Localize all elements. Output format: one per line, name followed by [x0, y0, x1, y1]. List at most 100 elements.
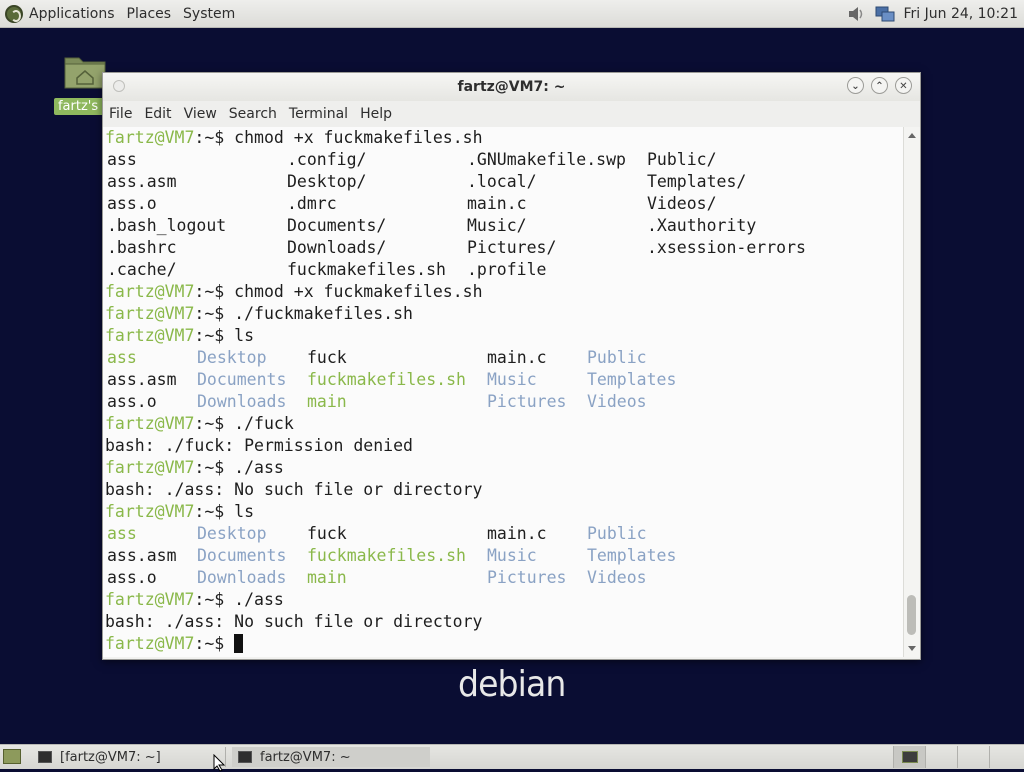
terminal-line: ass Desktop fuck main.c Public — [105, 347, 903, 369]
mouse-pointer-icon — [213, 754, 226, 772]
taskbar-item-terminal-2[interactable]: fartz@VM7: ~ — [232, 747, 430, 767]
menu-help[interactable]: Help — [354, 106, 398, 122]
prompt-user: fartz@VM7 — [105, 414, 195, 433]
workspace-window-thumb — [902, 751, 918, 763]
workspace-2[interactable] — [925, 746, 957, 768]
terminal-line: fartz@VM7:~$ chmod +x fuckmakefiles.sh — [105, 127, 903, 149]
listing-entry: Public — [587, 524, 647, 543]
listing-entry: main.c — [487, 524, 547, 543]
listing-entry: .local/ — [467, 172, 537, 191]
menu-search[interactable]: Search — [223, 106, 283, 122]
listing-entry: .bashrc — [107, 238, 177, 257]
debian-wallpaper-logo: debian — [458, 664, 566, 705]
terminal-line: ass.o Downloads main Pictures Videos — [105, 567, 903, 589]
close-button[interactable]: ✕ — [895, 77, 912, 94]
command-text: chmod +x fuckmakefiles.sh — [234, 128, 483, 147]
terminal-cursor — [234, 634, 244, 653]
scrollbar-thumb[interactable] — [907, 595, 916, 635]
terminal-line: ass.o .dmrc main.c Videos/ — [105, 193, 903, 215]
listing-entry: .xsession-errors — [647, 238, 806, 257]
prompt-suffix: :~$ — [194, 634, 235, 653]
listing-entry: ass.asm — [107, 546, 177, 565]
prompt-user: fartz@VM7 — [105, 458, 195, 477]
listing-entry: Documents/ — [287, 216, 387, 235]
terminal-scrollbar[interactable] — [903, 127, 920, 657]
output-text: bash: ./ass: No such file or directory — [105, 480, 483, 499]
listing-entry: Downloads — [197, 392, 287, 411]
terminal-line: ass.asm Desktop/ .local/Templates/ — [105, 171, 903, 193]
listing-entry: Templates — [587, 370, 677, 389]
listing-entry: Music/ — [467, 216, 527, 235]
terminal-line: ass .config/ .GNUmakefile.swp Public/ — [105, 149, 903, 171]
listing-entry: .Xauthority — [647, 216, 757, 235]
listing-entry: fuck — [307, 524, 347, 543]
workspace-3[interactable] — [957, 746, 989, 768]
terminal-line: fartz@VM7:~$ ./ass — [105, 457, 903, 479]
prompt-user: fartz@VM7 — [105, 502, 195, 521]
terminal-line: fartz@VM7:~$ ./ass — [105, 589, 903, 611]
taskbar-item-label: [fartz@VM7: ~] — [60, 749, 161, 765]
prompt-user: fartz@VM7 — [105, 634, 195, 653]
command-text: ./ass — [234, 458, 284, 477]
terminal-line: fartz@VM7:~$ chmod +x fuckmakefiles.sh — [105, 281, 903, 303]
command-text: ls — [234, 502, 255, 521]
listing-entry: Public — [587, 348, 647, 367]
listing-entry: Public/ — [647, 150, 717, 169]
prompt-suffix: :~$ — [194, 414, 235, 433]
terminal-window[interactable]: fartz@VM7: ~ ⌄ ⌃ ✕ File Edit View Search… — [102, 72, 921, 660]
prompt-suffix: :~$ — [194, 326, 235, 345]
volume-icon[interactable] — [847, 5, 867, 23]
menu-system[interactable]: System — [183, 6, 235, 22]
listing-entry: .dmrc — [287, 194, 337, 213]
clock[interactable]: Fri Jun 24, 10:21 — [903, 6, 1018, 22]
window-menu-icon[interactable] — [113, 80, 125, 92]
system-tray: Fri Jun 24, 10:21 — [847, 5, 1024, 23]
maximize-button[interactable]: ⌃ — [871, 77, 888, 94]
menu-applications[interactable]: Applications — [29, 6, 115, 22]
listing-entry: fuckmakefiles.sh — [307, 370, 466, 389]
menu-edit[interactable]: Edit — [138, 106, 177, 122]
terminal-line: .bashrc Downloads/Pictures/ .xsession-erro… — [105, 237, 903, 259]
debian-menu-icon[interactable] — [5, 4, 23, 23]
listing-entry: Templates — [587, 546, 677, 565]
listing-entry: ass.o — [107, 392, 157, 411]
prompt-suffix: :~$ — [194, 502, 235, 521]
menu-file[interactable]: File — [103, 106, 138, 122]
terminal-titlebar[interactable]: fartz@VM7: ~ ⌄ ⌃ ✕ — [103, 73, 920, 101]
prompt-user: fartz@VM7 — [105, 326, 195, 345]
terminal-output[interactable]: fartz@VM7:~$ chmod +x fuckmakefiles.sh as… — [103, 127, 903, 657]
menu-places[interactable]: Places — [127, 6, 172, 22]
terminal-line: fartz@VM7:~$ ./fuck — [105, 413, 903, 435]
menu-terminal[interactable]: Terminal — [283, 106, 354, 122]
listing-entry: .cache/ — [107, 260, 177, 279]
listing-entry: ass — [107, 150, 137, 169]
listing-entry: .profile — [467, 260, 547, 279]
menu-view[interactable]: View — [178, 106, 223, 122]
workspace-4[interactable] — [989, 746, 1021, 768]
listing-entry: Documents — [197, 546, 287, 565]
show-desktop-icon[interactable] — [3, 749, 21, 764]
terminal-icon — [38, 751, 52, 763]
taskbar-item-terminal-1[interactable]: [fartz@VM7: ~] — [32, 747, 226, 767]
listing-entry: ass.asm — [107, 370, 177, 389]
listing-entry: Music — [487, 370, 537, 389]
listing-entry: Pictures — [487, 568, 567, 587]
prompt-user: fartz@VM7 — [105, 304, 195, 323]
network-icon[interactable] — [875, 5, 895, 23]
listing-entry: ass — [107, 524, 137, 543]
listing-entry: fuck — [307, 348, 347, 367]
minimize-button[interactable]: ⌄ — [847, 77, 864, 94]
workspace-1[interactable] — [893, 746, 925, 768]
terminal-line: .bash_logout Documents/Music/ .Xauthority — [105, 215, 903, 237]
command-text: chmod +x fuckmakefiles.sh — [234, 282, 483, 301]
prompt-suffix: :~$ — [194, 590, 235, 609]
command-text: ./ass — [234, 590, 284, 609]
listing-entry: main.c — [467, 194, 527, 213]
prompt-user: fartz@VM7 — [105, 128, 195, 147]
listing-entry: ass.o — [107, 194, 157, 213]
terminal-line: ass.asm Documents fuckmakefiles.sh Music Tem… — [105, 545, 903, 567]
prompt-user: fartz@VM7 — [105, 282, 195, 301]
terminal-line: .cache/fuckmakefiles.sh .profile — [105, 259, 903, 281]
scroll-down-icon[interactable] — [908, 646, 916, 651]
scroll-up-icon[interactable] — [908, 133, 916, 138]
